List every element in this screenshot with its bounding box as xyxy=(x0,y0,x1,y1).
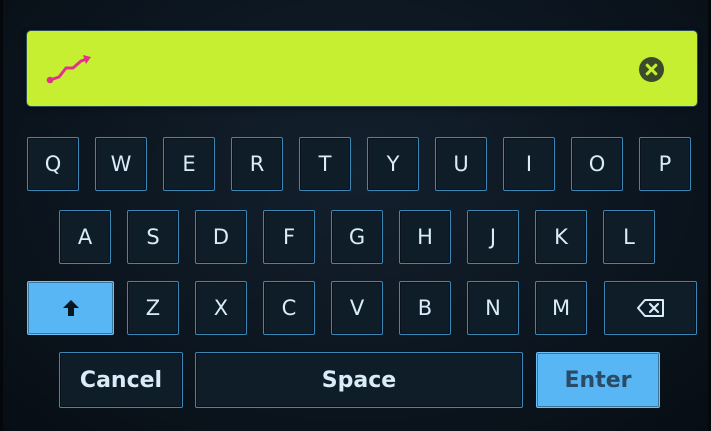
key-z[interactable]: Z xyxy=(127,281,179,335)
enter-button[interactable]: Enter xyxy=(536,352,660,408)
key-t[interactable]: T xyxy=(299,137,351,191)
search-input[interactable] xyxy=(122,31,646,108)
key-h[interactable]: H xyxy=(399,210,451,264)
backspace-key[interactable] xyxy=(604,281,697,335)
trending-line-icon xyxy=(46,55,91,84)
shift-arrow-icon xyxy=(62,300,79,316)
key-j[interactable]: J xyxy=(467,210,519,264)
key-v[interactable]: V xyxy=(331,281,383,335)
backspace-icon xyxy=(636,299,664,317)
keyboard-screen: Q W E R T Y U I O P A S D F G H J K L Z … xyxy=(0,0,711,431)
space-key[interactable]: Space xyxy=(195,352,523,408)
key-p[interactable]: P xyxy=(639,137,691,191)
key-x[interactable]: X xyxy=(195,281,247,335)
key-u[interactable]: U xyxy=(435,137,487,191)
key-i[interactable]: I xyxy=(503,137,555,191)
key-y[interactable]: Y xyxy=(367,137,419,191)
key-f[interactable]: F xyxy=(263,210,315,264)
clear-icon[interactable] xyxy=(639,57,664,82)
key-e[interactable]: E xyxy=(163,137,215,191)
key-m[interactable]: M xyxy=(535,281,587,335)
key-g[interactable]: G xyxy=(331,210,383,264)
key-b[interactable]: B xyxy=(399,281,451,335)
search-bar xyxy=(27,31,697,108)
key-r[interactable]: R xyxy=(231,137,283,191)
key-c[interactable]: C xyxy=(263,281,315,335)
key-a[interactable]: A xyxy=(59,210,111,264)
key-s[interactable]: S xyxy=(127,210,179,264)
cancel-button[interactable]: Cancel xyxy=(59,352,183,408)
key-o[interactable]: O xyxy=(571,137,623,191)
shift-key[interactable] xyxy=(27,281,114,335)
key-k[interactable]: K xyxy=(535,210,587,264)
key-n[interactable]: N xyxy=(467,281,519,335)
key-d[interactable]: D xyxy=(195,210,247,264)
key-w[interactable]: W xyxy=(95,137,147,191)
key-q[interactable]: Q xyxy=(27,137,79,191)
key-l[interactable]: L xyxy=(603,210,655,264)
